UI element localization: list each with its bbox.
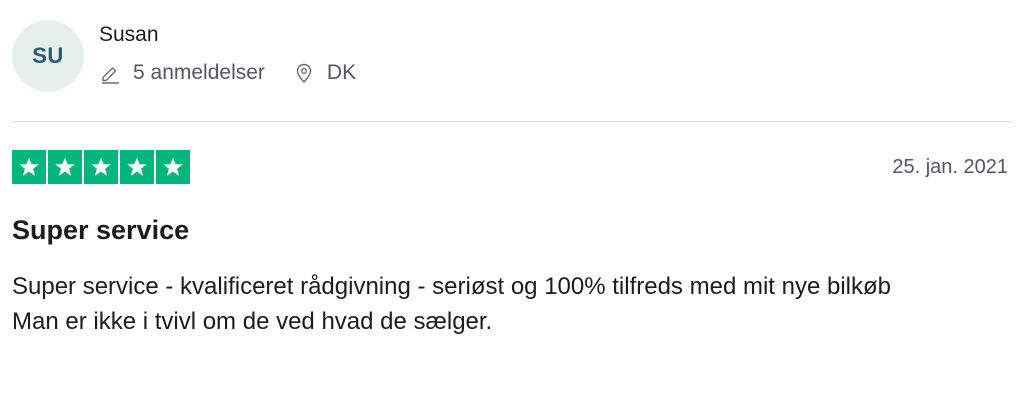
avatar-initials: SU xyxy=(32,43,64,68)
star-icon xyxy=(12,150,46,184)
star-icon xyxy=(48,150,82,184)
review-body: Super service - kvalificeret rådgivning … xyxy=(12,269,1002,339)
consumer-meta: 5 anmeldelser DK xyxy=(99,60,356,86)
consumer-info: Susan 5 anmeldelser DK xyxy=(99,22,356,86)
avatar[interactable]: SU xyxy=(12,20,84,92)
reviews-count: 5 anmeldelser xyxy=(99,60,265,86)
star-icon xyxy=(84,150,118,184)
review-date: 25. jan. 2021 xyxy=(892,156,1008,178)
location: DK xyxy=(293,60,356,86)
location-label: DK xyxy=(326,61,357,84)
review-title[interactable]: Super service xyxy=(12,213,189,247)
review-body-line: Super service - kvalificeret rådgivning … xyxy=(12,273,891,300)
reviews-count-label: 5 anmeldelser xyxy=(133,61,265,84)
pencil-icon xyxy=(99,62,121,84)
star-rating xyxy=(12,150,190,184)
location-pin-icon xyxy=(293,62,315,84)
divider xyxy=(12,121,1012,122)
star-icon xyxy=(156,150,190,184)
consumer-name[interactable]: Susan xyxy=(99,22,356,48)
star-icon xyxy=(120,150,154,184)
review-body-line: Man er ikke i tvivl om de ved hvad de sæ… xyxy=(12,308,493,335)
consumer-header: SU Susan 5 anmeldelser DK xyxy=(12,20,356,92)
review-card: SU Susan 5 anmeldelser DK 25. jan. 2021 … xyxy=(0,0,1024,401)
